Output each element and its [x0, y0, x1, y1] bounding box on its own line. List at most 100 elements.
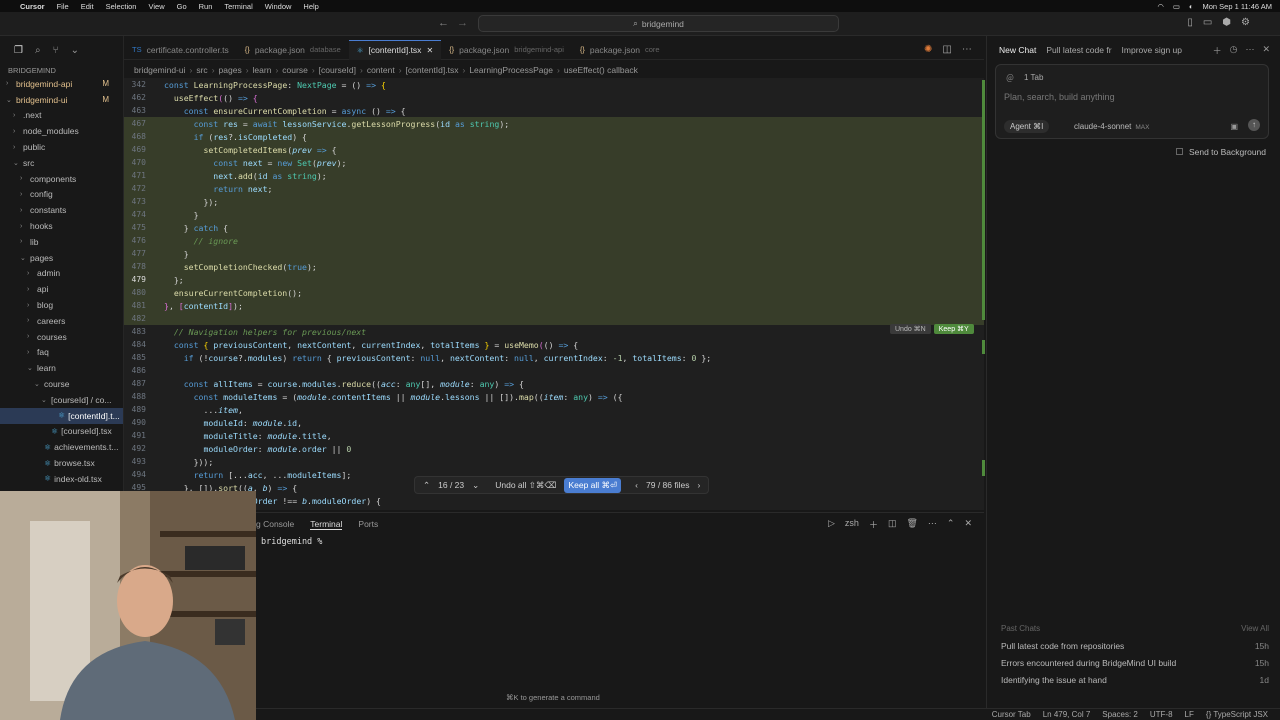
folder-tree-item[interactable]: › public — [0, 139, 123, 155]
status-item[interactable]: LF — [1185, 710, 1194, 719]
panel-tab[interactable]: g Console — [256, 519, 294, 529]
panel-tab[interactable]: Ports — [358, 519, 378, 529]
prev-change-icon[interactable]: ⌃ — [423, 480, 430, 491]
folder-tree-item[interactable]: › courses — [0, 329, 123, 345]
send-icon[interactable]: ↑ — [1248, 119, 1260, 131]
folder-tree-item[interactable]: ⌄ bridgemind-ui M — [0, 92, 123, 108]
status-item[interactable]: Ln 479, Col 7 — [1043, 710, 1091, 719]
battery-icon[interactable]: ▭ — [1173, 2, 1180, 11]
menu-item[interactable]: Window — [265, 2, 292, 11]
close-icon[interactable]: ✕ — [1262, 44, 1270, 57]
undo-hunk-button[interactable]: Undo ⌘N — [890, 324, 931, 334]
back-arrow-icon[interactable]: ← — [438, 17, 449, 29]
view-all-link[interactable]: View All — [1241, 624, 1269, 633]
keep-hunk-button[interactable]: Keep ⌘Y — [933, 324, 974, 334]
file-tree-item[interactable]: ⚛ [contentId].t... — [0, 407, 123, 424]
settings-icon[interactable]: ⚙ — [1241, 17, 1250, 28]
folder-tree-item[interactable]: ⌄ course — [0, 376, 123, 392]
image-icon[interactable]: ▣ — [1230, 122, 1238, 131]
editor-tab[interactable]: {} package.json bridgemind-api — [441, 40, 572, 60]
maximize-panel-icon[interactable]: ⌃ — [947, 518, 955, 531]
split-editor-icon[interactable]: ◫ — [942, 44, 951, 55]
keep-all-button[interactable]: Keep all ⌘⏎ — [564, 477, 622, 493]
past-chat-item[interactable]: Identifying the issue at hand 1d — [1001, 675, 1269, 692]
next-change-icon[interactable]: ⌄ — [472, 480, 479, 491]
agent-mode-selector[interactable]: Agent ⌘I — [1004, 120, 1050, 133]
past-chat-item[interactable]: Pull latest code from repositories 15h — [1001, 641, 1269, 658]
breadcrumb-item[interactable]: [contentId].tsx — [406, 65, 459, 75]
panel-tab[interactable]: Terminal — [310, 519, 343, 530]
mention-icon[interactable]: ＠ — [1006, 73, 1014, 84]
folder-tree-item[interactable]: › config — [0, 187, 123, 203]
chat-tab[interactable]: Improve sign up — [1122, 45, 1182, 55]
cube-icon[interactable]: ⬢ — [1222, 17, 1231, 28]
chevron-down-icon[interactable]: ⌄ — [71, 45, 79, 56]
chat-tab[interactable]: Pull latest code fr — [1046, 45, 1111, 55]
cursor-spark-icon[interactable]: ✺ — [924, 44, 932, 55]
new-chat-icon[interactable]: ＋ — [1213, 44, 1222, 57]
folder-tree-item[interactable]: › constants — [0, 202, 123, 218]
breadcrumb-item[interactable]: learn — [253, 65, 272, 75]
file-tree-item[interactable]: ⚛ [courseId].tsx — [0, 424, 123, 440]
chat-composer[interactable]: ＠ 1 Tab Plan, search, build anything Age… — [995, 64, 1269, 139]
toggle-sidebar-icon[interactable]: ▯ — [1187, 17, 1193, 28]
editor-tab[interactable]: TS certificate.controller.ts — [124, 40, 237, 60]
toggle-panel-icon[interactable]: ▭ — [1203, 17, 1212, 28]
more-icon[interactable]: ⋯ — [1245, 44, 1254, 57]
menu-item[interactable]: Terminal — [224, 2, 252, 11]
breadcrumb-item[interactable]: pages — [219, 65, 242, 75]
chat-input-placeholder[interactable]: Plan, search, build anything — [1004, 92, 1115, 102]
prev-file-icon[interactable]: ‹ — [635, 480, 638, 490]
menu-clock[interactable]: Mon Sep 1 11:46 AM — [1203, 2, 1273, 11]
command-search[interactable]: ⌕ bridgemind — [478, 15, 839, 32]
folder-tree-item[interactable]: ⌄ learn — [0, 360, 123, 376]
folder-tree-item[interactable]: ⌄ pages — [0, 250, 123, 266]
menu-item[interactable]: File — [57, 2, 69, 11]
folder-tree-item[interactable]: ⌄ src — [0, 155, 123, 171]
menu-item[interactable]: Help — [303, 2, 318, 11]
source-control-icon[interactable]: ⑂ — [53, 45, 59, 56]
search-view-icon[interactable]: ⌕ — [35, 45, 41, 56]
model-selector[interactable]: claude-4-sonnet MAX — [1074, 122, 1149, 131]
new-terminal-icon[interactable]: ＋ — [869, 518, 878, 531]
breadcrumb-item[interactable]: bridgemind-ui — [134, 65, 186, 75]
checkbox-icon[interactable] — [1175, 148, 1183, 155]
files-icon[interactable]: ❐ — [14, 45, 23, 56]
forward-arrow-icon[interactable]: → — [457, 17, 468, 29]
editor-tab[interactable]: {} package.json core — [572, 40, 668, 60]
folder-tree-item[interactable]: › node_modules — [0, 123, 123, 139]
breadcrumb-item[interactable]: content — [367, 65, 395, 75]
breadcrumb-item[interactable]: useEffect() callback — [564, 65, 638, 75]
breadcrumb-item[interactable]: [courseId] — [319, 65, 356, 75]
close-panel-icon[interactable]: ✕ — [964, 518, 972, 531]
trash-icon[interactable]: 🗑 — [906, 518, 917, 531]
past-chat-item[interactable]: Errors encountered during BridgeMind UI … — [1001, 658, 1269, 675]
menu-item[interactable]: Edit — [81, 2, 94, 11]
menu-app-name[interactable]: Cursor — [20, 2, 45, 11]
breadcrumb-item[interactable]: src — [196, 65, 207, 75]
more-actions-icon[interactable]: ⋯ — [962, 44, 972, 55]
folder-tree-item[interactable]: ⌄ [courseId] / co... — [0, 392, 123, 408]
history-icon[interactable]: ◷ — [1230, 44, 1238, 57]
breadcrumb-item[interactable]: LearningProcessPage — [469, 65, 553, 75]
folder-tree-item[interactable]: › faq — [0, 345, 123, 361]
folder-tree-item[interactable]: › components — [0, 171, 123, 187]
folder-tree-item[interactable]: › api — [0, 281, 123, 297]
close-tab-icon[interactable]: ✕ — [426, 46, 433, 55]
menu-item[interactable]: Run — [199, 2, 213, 11]
context-tab-count[interactable]: 1 Tab — [1024, 73, 1043, 82]
chat-tab[interactable]: New Chat — [999, 45, 1036, 55]
split-terminal-icon[interactable]: ◫ — [888, 518, 897, 531]
terminal-shell-icon[interactable]: ▷ — [828, 518, 835, 531]
terminal-prompt[interactable]: bridgemind % — [261, 537, 322, 547]
status-item[interactable]: UTF-8 — [1150, 710, 1173, 719]
folder-tree-item[interactable]: › hooks — [0, 218, 123, 234]
undo-all-button[interactable]: Undo all ⇧⌘⌫ — [495, 480, 556, 491]
status-item[interactable]: Cursor Tab — [992, 710, 1031, 719]
breadcrumb-item[interactable]: course — [282, 65, 308, 75]
folder-tree-item[interactable]: › lib — [0, 234, 123, 250]
code-editor[interactable]: 342 const LearningProcessPage: NextPage =… — [124, 78, 984, 510]
terminal-shell-label[interactable]: zsh — [845, 518, 859, 531]
folder-tree-item[interactable]: › .next — [0, 108, 123, 124]
control-center-icon[interactable]: ◐ — [1189, 2, 1194, 11]
